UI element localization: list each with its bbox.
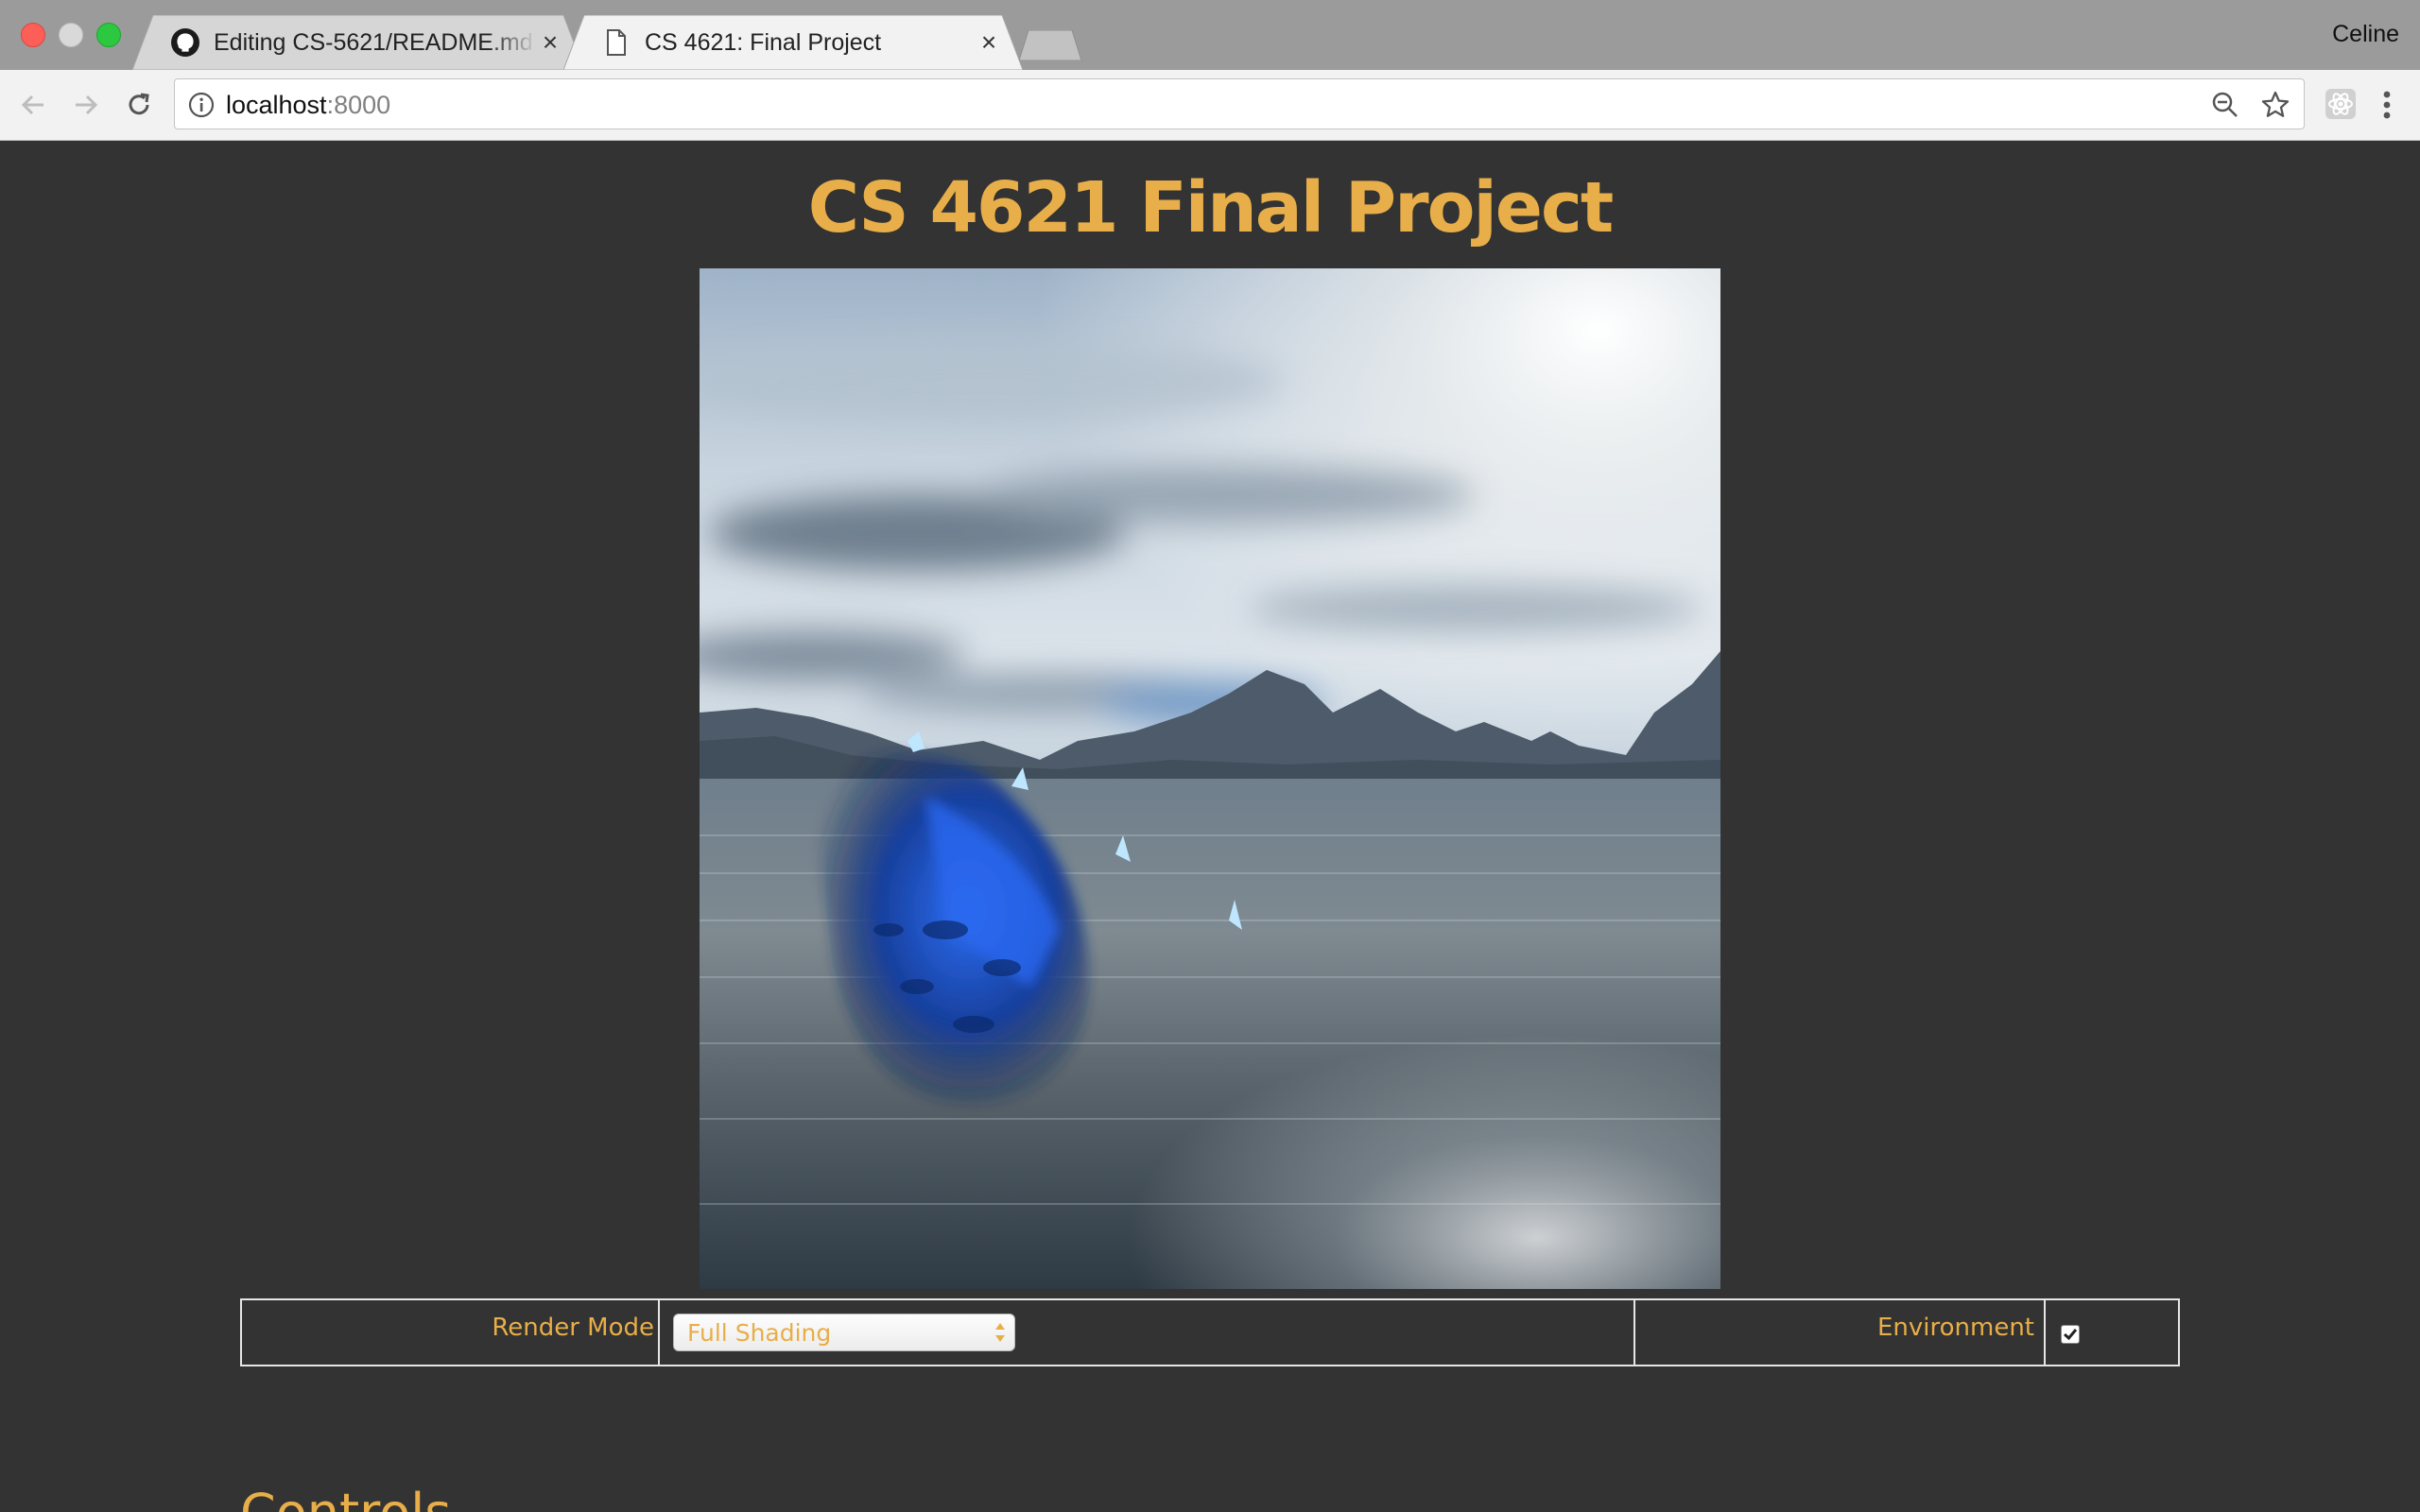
new-tab-button[interactable] — [1019, 30, 1081, 60]
window-maximize-button[interactable] — [96, 23, 121, 47]
tab-title: Editing CS-5621/README.md at — [214, 28, 537, 56]
controls-table: Render Mode Full Shading Environment — [240, 1298, 2180, 1366]
address-bar[interactable]: localhost:8000 — [174, 78, 2305, 129]
arrow-right-icon — [76, 94, 98, 115]
table-divider — [658, 1300, 660, 1365]
controls-section-heading: Controls — [240, 1483, 451, 1512]
webgl-canvas[interactable] — [700, 268, 1720, 1289]
table-divider — [1634, 1300, 1635, 1365]
reload-icon — [129, 93, 149, 115]
bookmark-star-icon[interactable] — [2260, 90, 2290, 120]
forward-button[interactable] — [68, 87, 104, 123]
window-close-button[interactable] — [21, 23, 45, 47]
page-title: CS 4621 Final Project — [807, 167, 1614, 249]
page-body: CS 4621 Final Project Render Mode Full S… — [0, 141, 2420, 1512]
url-text[interactable]: localhost:8000 — [226, 91, 390, 120]
render-mode-select[interactable]: Full Shading — [673, 1314, 1015, 1351]
url-host: localhost — [226, 91, 327, 119]
more-options-icon[interactable] — [2373, 87, 2401, 123]
back-button[interactable] — [15, 87, 51, 123]
extension-icon[interactable] — [2324, 87, 2358, 121]
tab-final-project[interactable]: CS 4621: Final Project × — [563, 15, 1023, 70]
window-minimize-button[interactable] — [59, 23, 83, 47]
reload-button[interactable] — [121, 87, 157, 123]
browser-tab-bar: Editing CS-5621/README.md at × CS 4621: … — [0, 0, 2420, 70]
render-mode-value: Full Shading — [687, 1319, 832, 1347]
profile-name[interactable]: Celine — [2332, 21, 2399, 48]
close-tab-icon[interactable]: × — [976, 27, 1002, 57]
tab-title: CS 4621: Final Project — [645, 28, 882, 56]
checkmark-icon — [2064, 1329, 2078, 1341]
water-scene-render — [700, 268, 1720, 1289]
github-icon — [170, 27, 200, 58]
info-icon[interactable] — [188, 92, 215, 118]
environment-label: Environment — [1876, 1314, 2034, 1342]
select-arrows-icon — [995, 1323, 1005, 1342]
environment-checkbox[interactable] — [2061, 1325, 2080, 1344]
arrow-left-icon — [21, 94, 43, 115]
document-icon — [601, 27, 631, 58]
zoom-out-icon[interactable] — [2211, 91, 2239, 119]
close-tab-icon[interactable]: × — [537, 27, 563, 57]
table-divider — [2044, 1300, 2046, 1365]
render-mode-label: Render Mode — [492, 1314, 654, 1342]
browser-toolbar: localhost:8000 — [0, 70, 2420, 141]
url-port: :8000 — [326, 91, 391, 119]
tab-github-readme[interactable]: Editing CS-5621/README.md at × — [132, 15, 584, 70]
